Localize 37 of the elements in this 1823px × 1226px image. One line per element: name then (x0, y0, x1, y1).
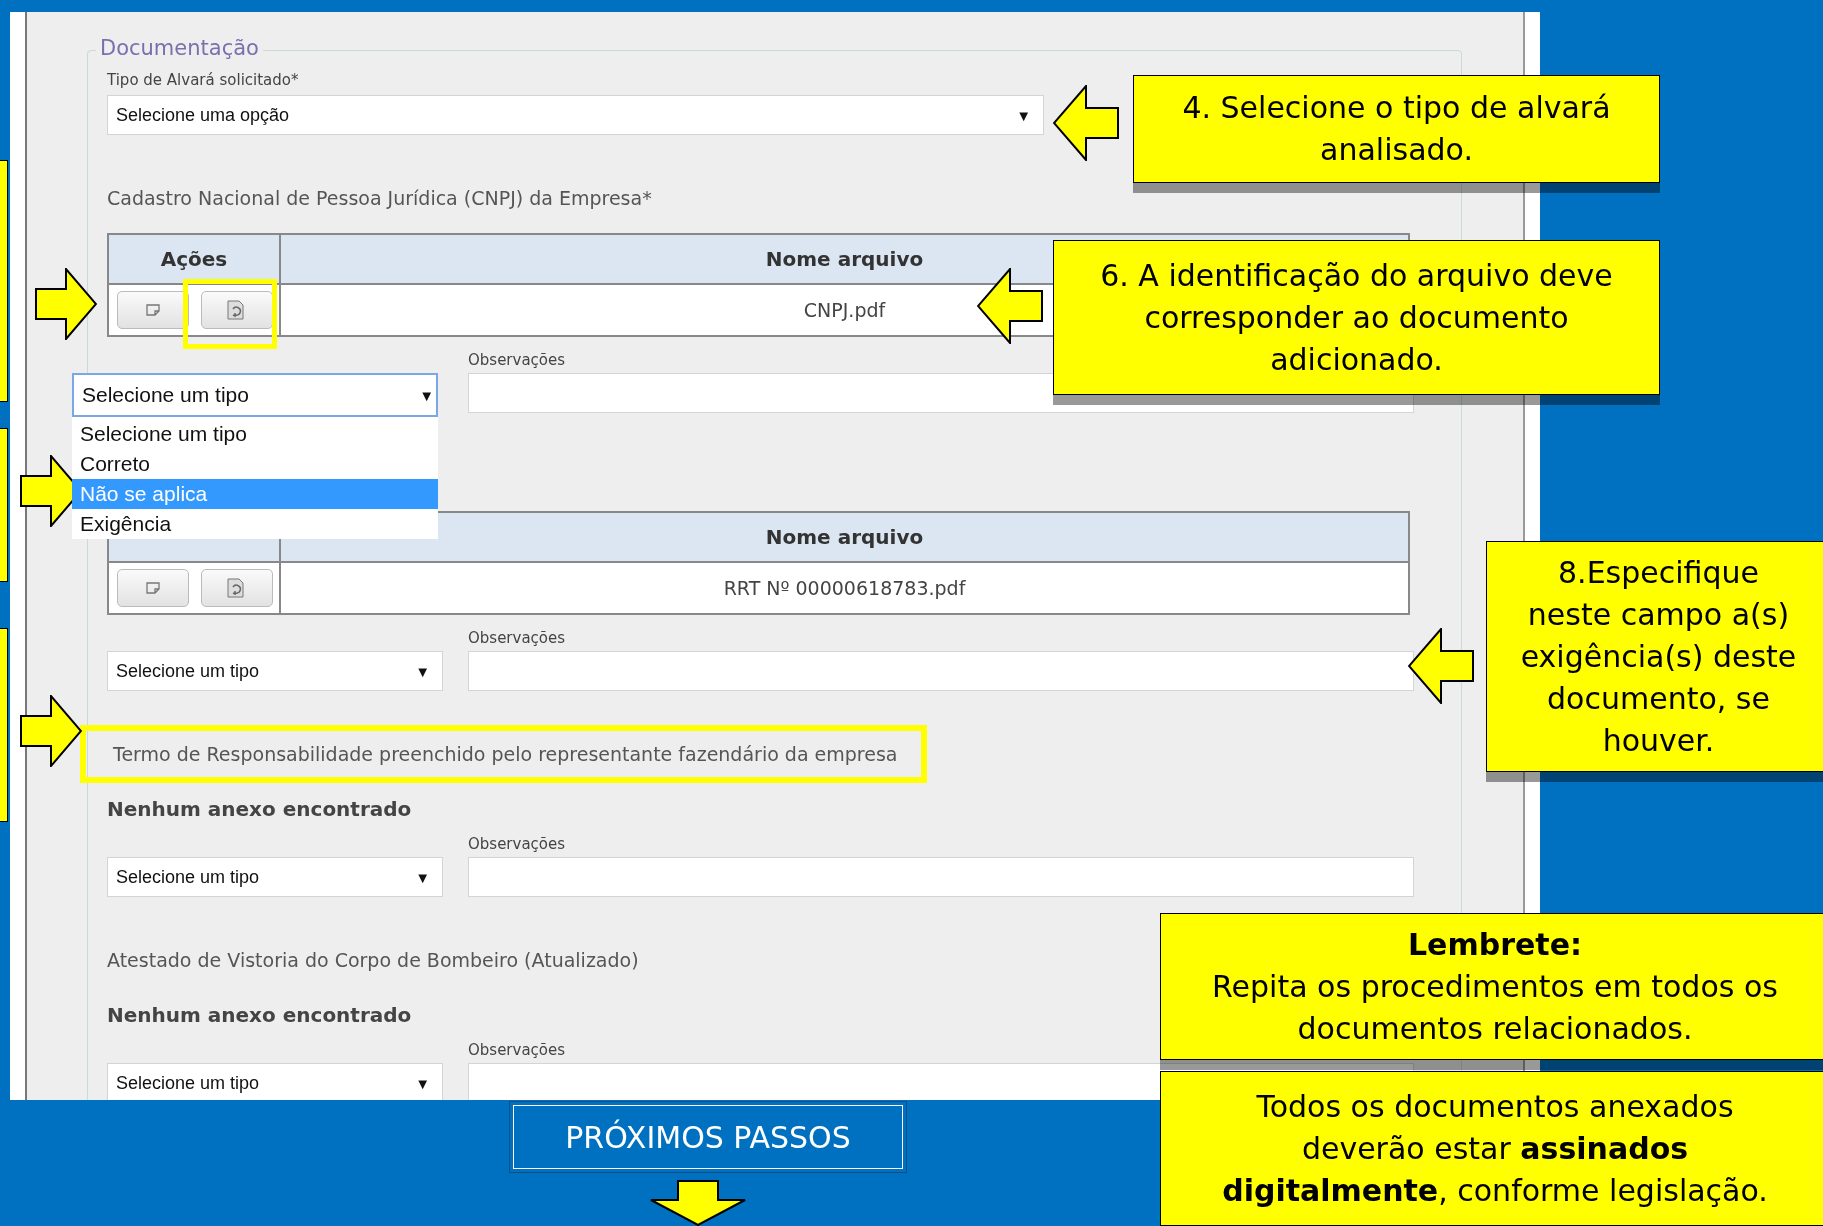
no-attachment-text: Nenhum anexo encontrado (107, 1003, 413, 1027)
callout-text: 8.Especifique neste campo a(s) exigência(s) deste documento, se houver. (1519, 553, 1798, 760)
document-title: Cadastro Nacional de Pessoa Jurídica (CNPJ) da Empresa* (107, 187, 652, 209)
note-button[interactable] (117, 569, 189, 607)
no-attachment-text: Nenhum anexo encontrado (107, 797, 413, 821)
field-label: Observações (468, 629, 566, 647)
file-name[interactable]: RRT Nº 00000618783.pdf (723, 577, 966, 599)
observations-field[interactable] (468, 857, 1414, 897)
document-title: Termo de Responsabilidade preenchido pelo representante fazendário da empresa (80, 725, 928, 783)
callout-title: Lembrete: (1408, 925, 1582, 964)
replace-file-button[interactable] (201, 569, 273, 607)
column-header: Nome arquivo (281, 513, 1408, 563)
note-icon (146, 582, 160, 594)
observations-field[interactable] (468, 651, 1414, 691)
file-name[interactable]: CNPJ.pdf (803, 299, 886, 321)
column-header: Ações (109, 235, 281, 285)
status-select[interactable]: Selecione um tipo ▼ (107, 1063, 443, 1100)
pointer-arrow (35, 268, 97, 340)
permit-type-select[interactable]: Selecione uma opção ▼ (107, 95, 1044, 135)
dropdown-option[interactable]: Correto (72, 449, 438, 479)
status-select[interactable]: Selecione um tipo ▼ (107, 651, 443, 691)
field-label: Observações (468, 835, 566, 853)
section-legend: Documentação (96, 36, 263, 60)
field-label: Observações (468, 1041, 566, 1059)
note-icon (146, 304, 160, 316)
pointer-arrow (20, 695, 82, 767)
status-select[interactable]: Selecione um tipo ▼ (72, 373, 438, 417)
dropdown-option[interactable]: Selecione um tipo (72, 419, 438, 449)
replace-file-button[interactable] (201, 291, 273, 329)
callout-text: 4. Selecione o tipo de alvará analisado. (1181, 89, 1612, 169)
field-label: Tipo de Alvará solicitado* (107, 71, 300, 89)
status-select[interactable]: Selecione um tipo ▼ (107, 857, 443, 897)
callout-text: Repita os procedimentos em todos os documentos relacionados. (1211, 967, 1779, 1048)
callout-text: Todos os documentos anexados deverão estar assinados digitalmente, conforme legislação. (1221, 1087, 1769, 1210)
note-button[interactable] (117, 291, 189, 329)
document-title: Atestado de Vistoria do Corpo de Bombeiro (Atualizado) (107, 949, 639, 971)
field-label: Observações (468, 351, 566, 369)
